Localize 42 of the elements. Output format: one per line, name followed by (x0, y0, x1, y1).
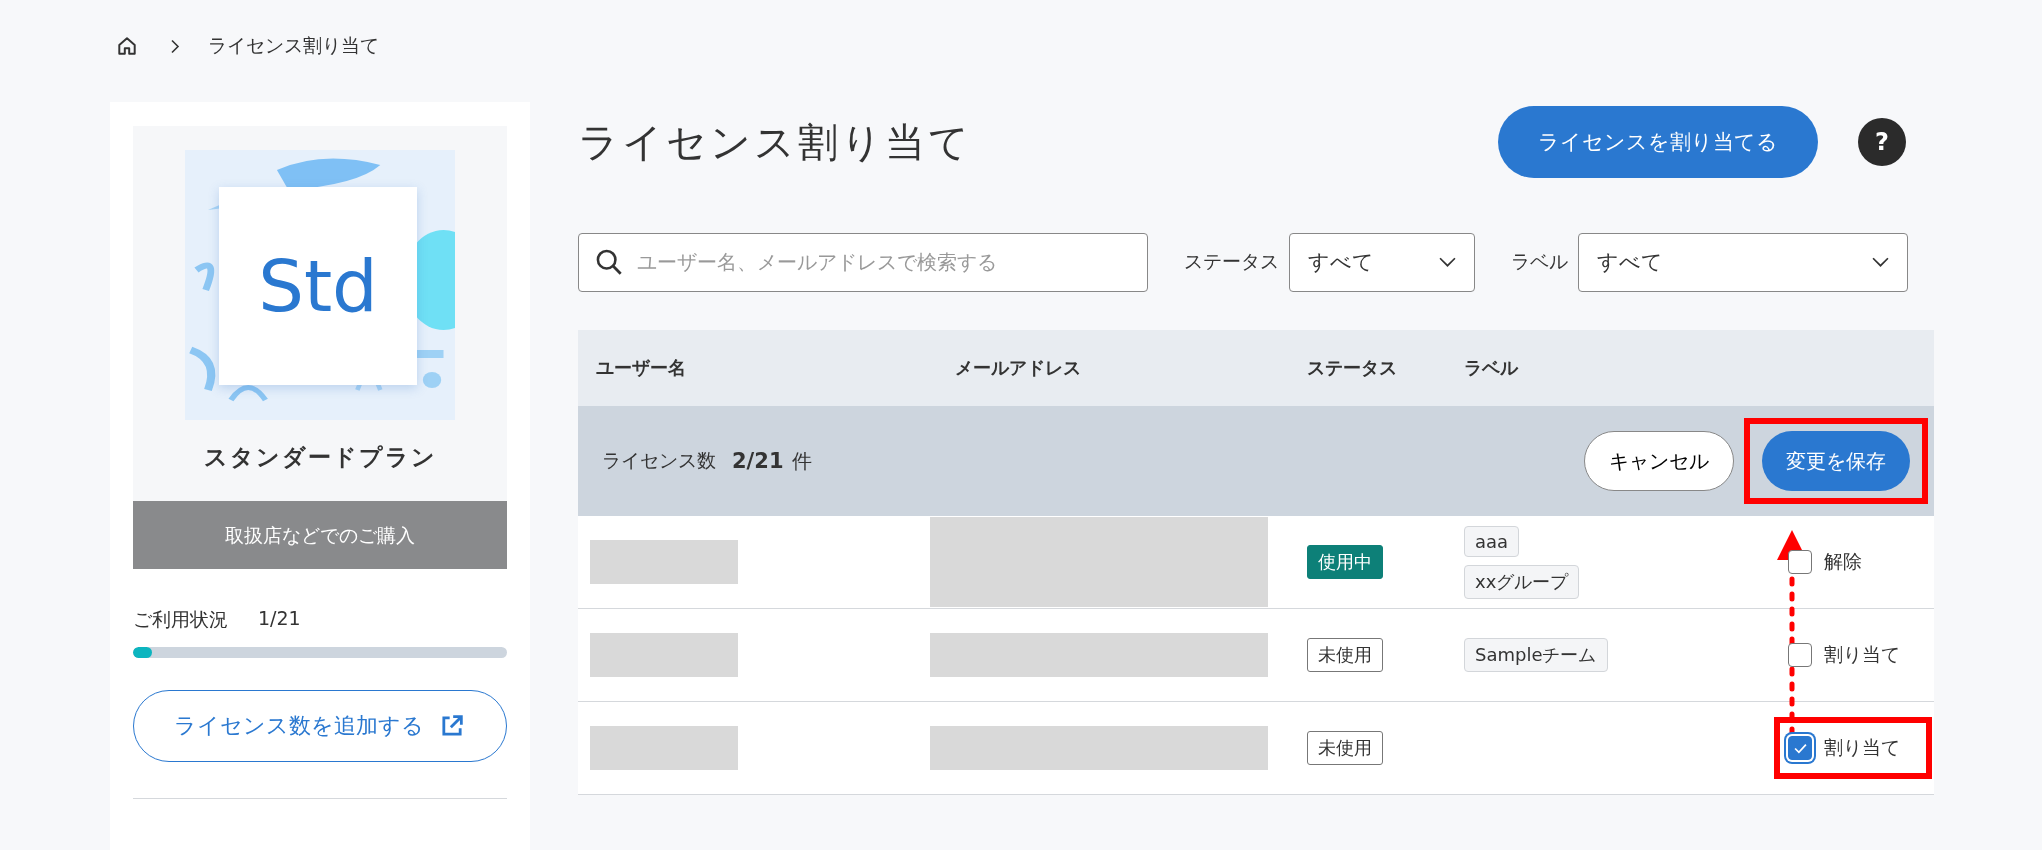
license-count: 2/21 (732, 449, 784, 473)
checkbox[interactable] (1788, 550, 1812, 574)
label-tag: xxグループ (1464, 564, 1580, 599)
checkbox-label: 割り当て (1824, 735, 1901, 760)
filter-dropdown[interactable]: すべて (1578, 232, 1908, 292)
status-badge: 未使用 (1307, 638, 1383, 672)
checkbox-label: 解除 (1824, 549, 1863, 574)
label-tag: Sampleチーム (1464, 638, 1608, 672)
plan-name: スタンダードプラン (203, 443, 437, 472)
usage-value: 1/21 (258, 607, 301, 631)
column-header: ラベル (1464, 356, 1520, 380)
checkbox[interactable] (1788, 643, 1812, 667)
search-input[interactable]: ユーザー名、メールアドレスで検索する (635, 249, 1147, 275)
breadcrumb-current: ライセンス割り当て (208, 33, 379, 58)
add-licenses-button[interactable]: ライセンス数を追加する (133, 690, 507, 762)
column-header: ユーザー名 (595, 356, 687, 380)
chevron-down-icon (1439, 256, 1456, 268)
label-tag: aaa (1464, 525, 1520, 557)
license-unit: 件 (791, 447, 812, 475)
column-header: メールアドレス (954, 356, 1082, 380)
status-badge: 未使用 (1307, 731, 1383, 765)
usage-label: ご利用状況 (133, 607, 228, 632)
status-badge: 使用中 (1307, 545, 1383, 579)
license-count-label: ライセンス数 (602, 448, 716, 473)
cancel-button[interactable]: キャンセル (1584, 431, 1734, 491)
filter-dropdown[interactable]: すべて (1289, 232, 1475, 292)
help-button[interactable]: ? (1858, 118, 1906, 166)
page-title: ライセンス割り当て (578, 117, 973, 167)
assign-license-button[interactable]: ライセンスを割り当てる (1498, 106, 1818, 178)
checkbox-label: 割り当て (1824, 642, 1901, 667)
filter-label: ステータス (1184, 249, 1279, 274)
purchase-banner: 取扱店などでのご購入 (133, 501, 507, 569)
home-icon[interactable] (116, 35, 138, 57)
save-button[interactable]: 変更を保存 (1762, 431, 1910, 491)
filter-label: ラベル (1511, 249, 1568, 274)
chevron-down-icon (1872, 256, 1889, 268)
chevron-icon (170, 37, 180, 55)
plan-logo: Std (219, 187, 417, 385)
check-icon (1793, 742, 1807, 754)
search-field[interactable]: ユーザー名、メールアドレスで検索する (578, 232, 1148, 292)
search-icon (595, 248, 623, 276)
column-header: ステータス (1307, 356, 1398, 380)
